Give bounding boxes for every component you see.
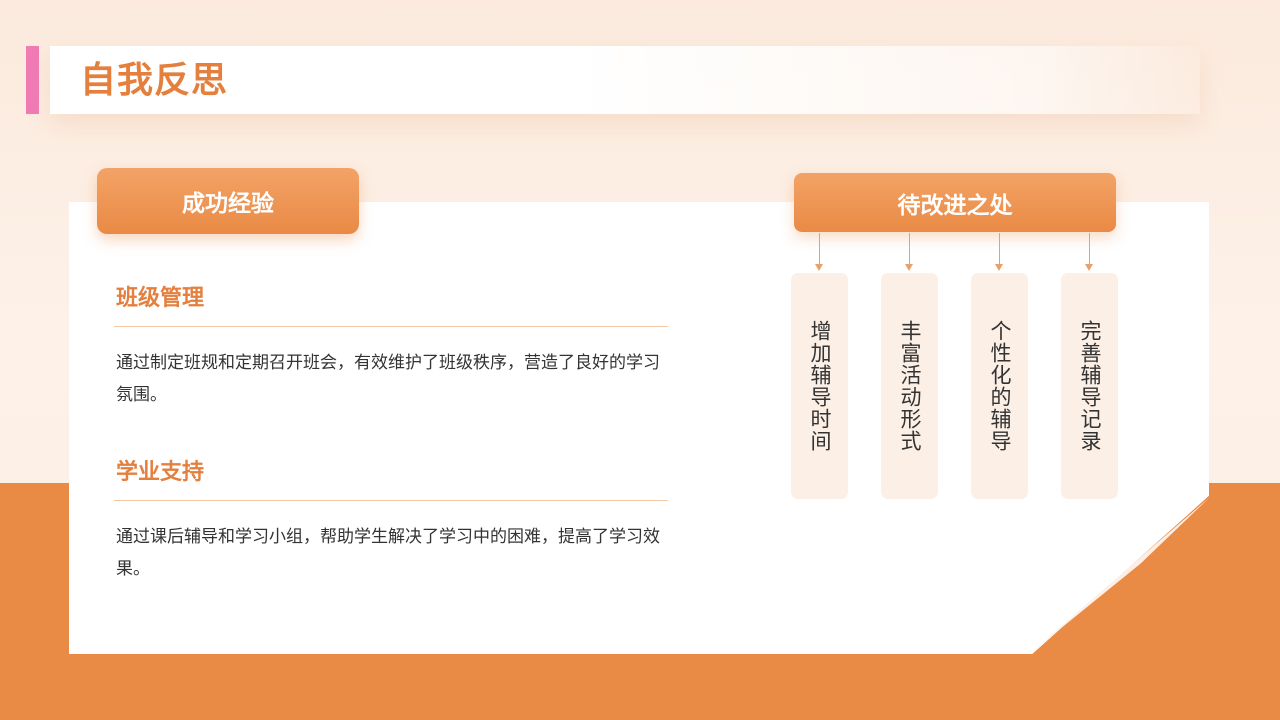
- arrow-down-icon: [1085, 233, 1093, 271]
- improvement-item: 增加辅导时间: [791, 273, 848, 499]
- success-experience-header: 成功经验: [97, 168, 359, 234]
- improvement-item: 完善辅导记录: [1061, 273, 1118, 499]
- title-accent-marker: [26, 46, 39, 114]
- improvement-item: 个性化的辅导: [971, 273, 1028, 499]
- academic-support-text: 通过课后辅导和学习小组，帮助学生解决了学习中的困难，提高了学习效果。: [116, 527, 660, 579]
- divider: [114, 326, 668, 327]
- arrow-down-icon: [905, 233, 913, 271]
- page-title: 自我反思: [80, 60, 229, 101]
- improvement-item: 丰富活动形式: [881, 273, 938, 499]
- improvement-item-label: 完善辅导记录: [1078, 320, 1102, 452]
- class-management-text: 通过制定班规和定期召开班会，有效维护了班级秩序，营造了良好的学习氛围。: [116, 353, 660, 405]
- academic-support-heading: 学业支持: [116, 460, 205, 485]
- improvement-item-label: 个性化的辅导: [988, 320, 1012, 452]
- improvement-header: 待改进之处: [794, 173, 1116, 232]
- arrow-down-icon: [815, 233, 823, 271]
- arrow-down-icon: [995, 233, 1003, 271]
- content-card: [69, 202, 1209, 654]
- class-management-heading: 班级管理: [116, 286, 205, 311]
- improvement-item-label: 丰富活动形式: [898, 320, 922, 452]
- improvement-item-label: 增加辅导时间: [808, 320, 832, 452]
- divider: [114, 500, 668, 501]
